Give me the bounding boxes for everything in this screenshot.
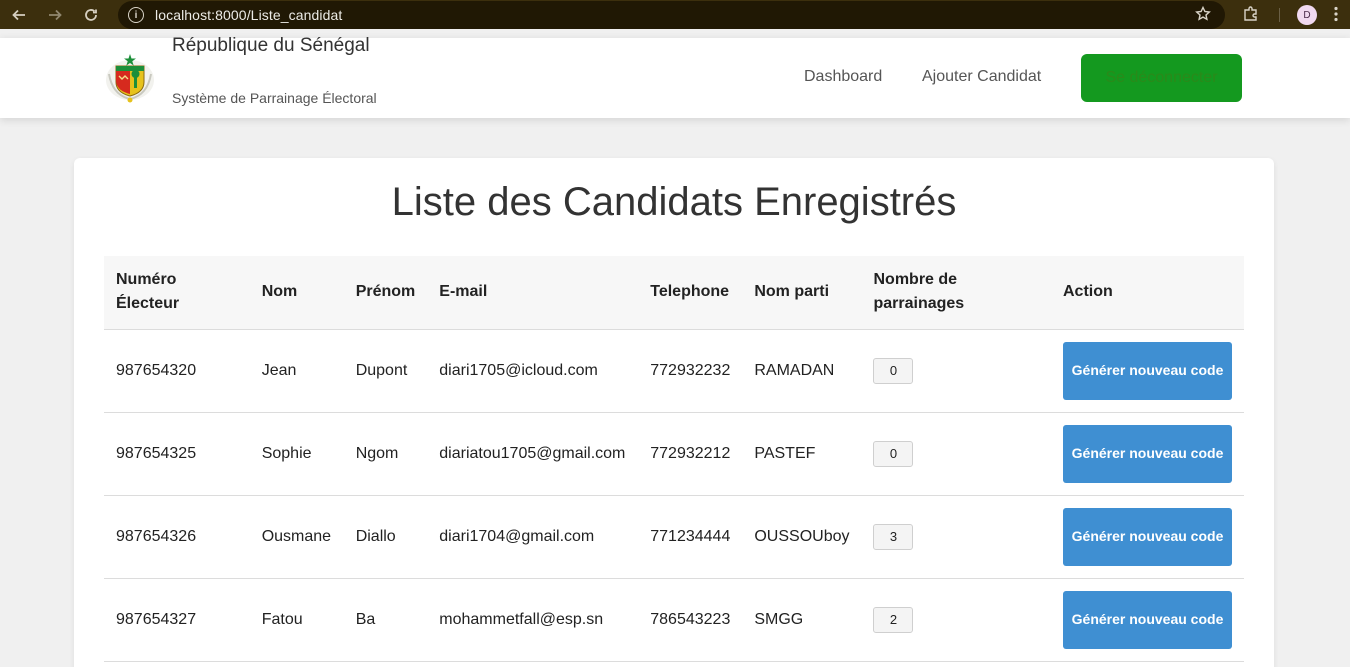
cell-parti: RAMADAN: [754, 361, 835, 379]
cell-nom: Sophie: [261, 444, 312, 462]
cell-numero: 987654320: [116, 361, 197, 379]
col-header-numero: Numéro Électeur: [116, 271, 180, 313]
cell-parti: OUSSOUboy: [754, 527, 850, 545]
cell-prenom: Ba: [355, 610, 376, 628]
app-header: République du Sénégal Système de Parrain…: [0, 35, 1350, 118]
page-title: Liste des Candidats Enregistrés: [391, 180, 957, 224]
bookmark-star-icon[interactable]: [1195, 5, 1211, 27]
cell-action: Générer nouveau code: [1051, 329, 1244, 412]
cell-nom: Jean: [261, 361, 297, 379]
generate-code-button[interactable]: Générer nouveau code: [1063, 424, 1232, 483]
logout-button[interactable]: Se déconnecter: [1081, 54, 1242, 102]
generate-code-button[interactable]: Générer nouveau code: [1063, 341, 1232, 400]
country-title: République du Sénégal: [172, 35, 370, 56]
col-header-nom: Nom: [261, 283, 298, 301]
cell-email: diari1705@icloud.com: [439, 361, 598, 379]
nav-add-candidate-link[interactable]: Ajouter Candidat: [922, 68, 1041, 86]
col-header-prenom: Prénom: [355, 283, 416, 301]
cell-telephone: 771234444: [650, 527, 731, 545]
table-row: 987654320 Jean Dupont diari1705@icloud.c…: [104, 329, 1244, 412]
cell-telephone: 772932232: [650, 361, 731, 379]
parrainage-count-badge: 0: [873, 357, 914, 384]
cell-email: diari1704@gmail.com: [439, 527, 595, 545]
reload-icon[interactable]: [80, 4, 102, 26]
cell-telephone: 786543223: [650, 610, 731, 628]
cell-parti: SMGG: [754, 610, 804, 628]
cell-parrainages: 0: [861, 329, 1051, 412]
parrainage-count-badge: 2: [873, 606, 914, 633]
senegal-coat-of-arms-logo: [104, 52, 156, 104]
cell-nom: Ousmane: [261, 527, 332, 545]
toolbar-divider: [1279, 8, 1280, 22]
table-header-row: Numéro Électeur Nom Prénom E-mail Teleph…: [104, 256, 1244, 329]
cell-numero: 987654327: [116, 610, 197, 628]
more-menu-icon[interactable]: [1334, 6, 1338, 27]
col-header-parti: Nom parti: [754, 283, 830, 301]
browser-toolbar: i localhost:8000/Liste_candidat D: [0, 0, 1350, 29]
col-header-action: Action: [1063, 283, 1113, 301]
address-bar[interactable]: i localhost:8000/Liste_candidat: [118, 1, 1225, 29]
parrainage-count-badge: 0: [873, 440, 914, 467]
cell-parrainages: 3: [861, 495, 1051, 578]
cell-parti: PASTEF: [754, 444, 816, 462]
cell-action: Générer nouveau code: [1051, 578, 1244, 661]
cell-action: Générer nouveau code: [1051, 495, 1244, 578]
profile-avatar[interactable]: D: [1297, 5, 1317, 25]
table-row: 987654327 Fatou Ba mohammetfall@esp.sn 7…: [104, 578, 1244, 661]
generate-code-button[interactable]: Générer nouveau code: [1063, 590, 1232, 649]
cell-parrainages: 0: [861, 412, 1051, 495]
candidates-table: Numéro Électeur Nom Prénom E-mail Teleph…: [104, 256, 1244, 662]
system-subtitle: Système de Parrainage Électoral: [172, 90, 377, 106]
candidates-card: Liste des Candidats Enregistrés Numéro É…: [74, 158, 1274, 667]
nav-dashboard-link[interactable]: Dashboard: [804, 68, 882, 86]
cell-nom: Fatou: [261, 610, 303, 628]
cell-email: mohammetfall@esp.sn: [439, 610, 604, 628]
cell-prenom: Diallo: [355, 527, 396, 545]
cell-email: diariatou1705@gmail.com: [439, 444, 626, 462]
forward-arrow-icon[interactable]: [44, 4, 66, 26]
site-info-icon[interactable]: i: [128, 7, 144, 23]
parrainage-count-badge: 3: [873, 523, 914, 550]
cell-action: Générer nouveau code: [1051, 412, 1244, 495]
cell-numero: 987654326: [116, 527, 197, 545]
url-text[interactable]: localhost:8000/Liste_candidat: [155, 7, 342, 23]
col-header-telephone: Telephone: [650, 283, 730, 301]
generate-code-button[interactable]: Générer nouveau code: [1063, 507, 1232, 566]
col-header-parrainages: Nombre de parrainages: [873, 271, 965, 313]
back-arrow-icon[interactable]: [8, 4, 30, 26]
cell-numero: 987654325: [116, 444, 197, 462]
cell-parrainages: 2: [861, 578, 1051, 661]
table-row: 987654325 Sophie Ngom diariatou1705@gmai…: [104, 412, 1244, 495]
cell-prenom: Dupont: [355, 361, 408, 379]
cell-telephone: 772932212: [650, 444, 731, 462]
cell-prenom: Ngom: [355, 444, 399, 462]
table-row: 987654326 Ousmane Diallo diari1704@gmail…: [104, 495, 1244, 578]
extensions-icon[interactable]: [1242, 5, 1260, 28]
col-header-email: E-mail: [439, 283, 488, 301]
